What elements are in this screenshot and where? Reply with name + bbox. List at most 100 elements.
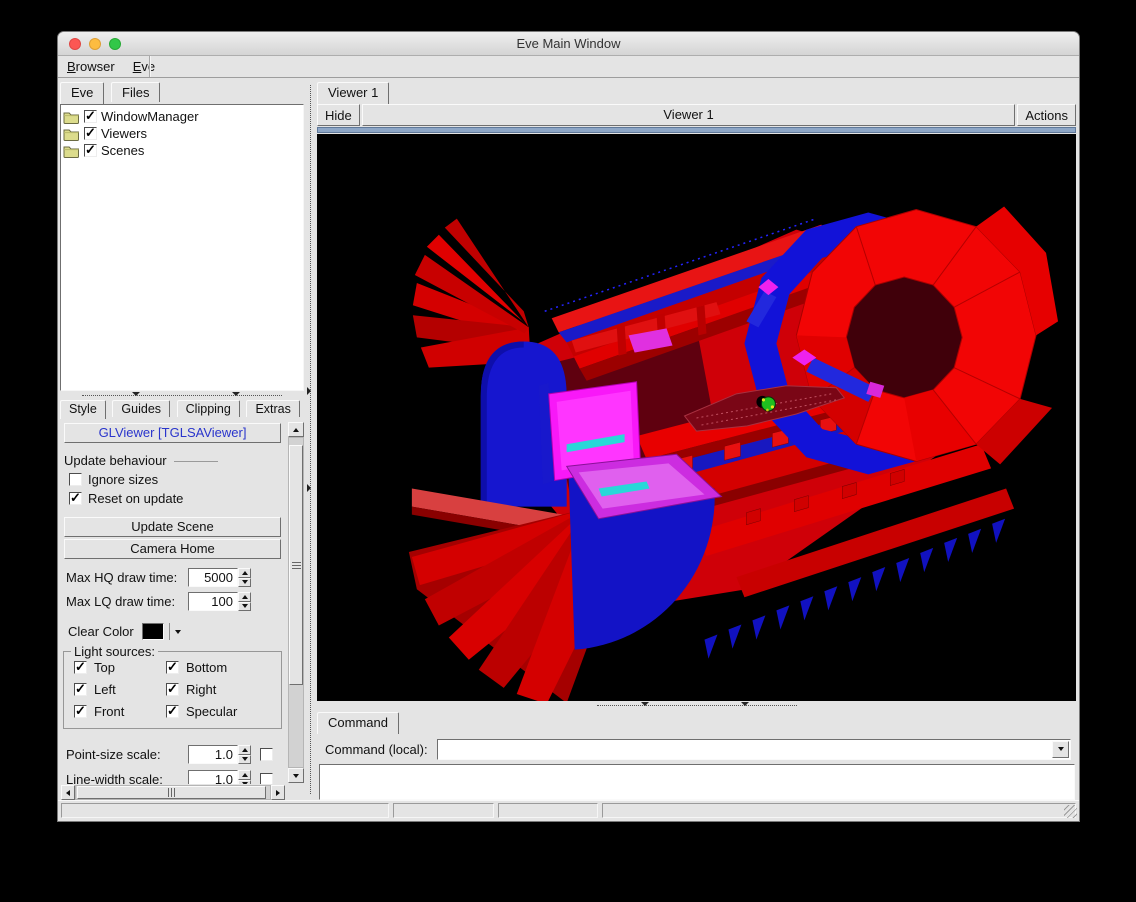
command-combobox[interactable]: [437, 739, 1071, 760]
spin-down-button[interactable]: [238, 755, 251, 765]
menu-browser[interactable]: Browser: [58, 57, 124, 77]
style-vertical-scrollbar[interactable]: [288, 422, 304, 783]
splitter-viewer-command[interactable]: [315, 701, 1079, 710]
tab-clipping[interactable]: Clipping: [177, 400, 240, 417]
update-scene-button[interactable]: Update Scene: [64, 517, 281, 537]
tree-item[interactable]: Scenes: [63, 142, 301, 159]
left-panel: Eve Files WindowManager: [58, 79, 306, 800]
spin-up-button[interactable]: [238, 770, 251, 780]
light-source-checkbox[interactable]: [166, 683, 179, 696]
command-output[interactable]: [319, 764, 1075, 800]
light-source-checkbox[interactable]: [166, 705, 179, 718]
light-source-label: Right: [186, 682, 216, 697]
splitter-left-right[interactable]: [306, 79, 315, 800]
triangle-up-icon: [242, 595, 248, 599]
tree-item-checkbox[interactable]: [84, 110, 97, 123]
detector-model: [317, 134, 1076, 701]
ignore-sizes-checkbox[interactable]: [69, 473, 82, 486]
light-sources-group: Light sources: Top Bottom Left: [63, 651, 282, 729]
chevron-down-icon: [741, 702, 749, 706]
window-title: Eve Main Window: [516, 36, 620, 51]
scrollbar-track[interactable]: [75, 785, 271, 800]
point-size-value[interactable]: 1.0: [188, 745, 238, 764]
point-size-checkbox[interactable]: [260, 748, 273, 761]
max-hq-value[interactable]: 5000: [188, 568, 238, 587]
tree-item[interactable]: WindowManager: [63, 108, 301, 125]
light-source-label: Top: [94, 660, 115, 675]
statusbar-section: [61, 803, 389, 818]
scrollbar-thumb[interactable]: [77, 786, 266, 799]
statusbar: [58, 800, 1079, 821]
menubar-separator: [149, 56, 150, 77]
light-source-option: Specular: [166, 704, 277, 719]
triangle-up-icon: [293, 428, 299, 432]
combobox-dropdown-button[interactable]: [1052, 741, 1069, 758]
tab-files[interactable]: Files: [111, 82, 160, 102]
titlebar[interactable]: Eve Main Window: [58, 32, 1079, 56]
max-lq-label: Max LQ draw time:: [66, 594, 188, 609]
tab-guides[interactable]: Guides: [112, 400, 170, 417]
scroll-right-button[interactable]: [271, 785, 285, 800]
update-behaviour-label: Update behaviour: [64, 453, 167, 468]
light-source-checkbox[interactable]: [74, 661, 87, 674]
scrollbar-track[interactable]: [288, 437, 304, 768]
close-button[interactable]: [69, 38, 81, 50]
tree-item[interactable]: Viewers: [63, 125, 301, 142]
max-lq-value[interactable]: 100: [188, 592, 238, 611]
clear-color-dropdown[interactable]: [169, 623, 181, 640]
tab-eve[interactable]: Eve: [60, 82, 104, 104]
glviewer-button[interactable]: GLViewer [TGLSAViewer]: [64, 423, 281, 443]
scrollbar-thumb[interactable]: [289, 445, 303, 685]
viewer-panel: Viewer 1 Hide Viewer 1 Actions: [315, 79, 1079, 800]
tab-command[interactable]: Command: [317, 712, 399, 734]
triangle-down-icon: [175, 630, 181, 634]
grip-icon: [292, 565, 301, 566]
spin-down-button[interactable]: [238, 602, 251, 612]
grip-icon: [171, 788, 172, 797]
gl-viewport[interactable]: [317, 134, 1076, 701]
minimize-button[interactable]: [89, 38, 101, 50]
point-size-spinner: 1.0: [188, 745, 251, 764]
light-source-label: Front: [94, 704, 124, 719]
line-width-value[interactable]: 1.0: [188, 770, 238, 784]
scroll-up-button[interactable]: [288, 422, 304, 437]
tab-viewer-1[interactable]: Viewer 1: [317, 82, 389, 104]
tree-item-checkbox[interactable]: [84, 144, 97, 157]
zoom-button[interactable]: [109, 38, 121, 50]
tree-item-label: Viewers: [101, 126, 147, 141]
triangle-down-icon: [293, 774, 299, 778]
camera-home-button[interactable]: Camera Home: [64, 539, 281, 559]
light-source-checkbox[interactable]: [74, 705, 87, 718]
splitter-tree-style[interactable]: [58, 391, 306, 400]
spin-down-button[interactable]: [238, 578, 251, 588]
triangle-down-icon: [242, 782, 248, 784]
hide-button[interactable]: Hide: [317, 104, 360, 126]
style-horizontal-scrollbar[interactable]: [61, 785, 285, 800]
reset-on-update-checkbox[interactable]: [69, 492, 82, 505]
scroll-left-button[interactable]: [61, 785, 75, 800]
resize-grip[interactable]: [1064, 805, 1077, 818]
line-width-checkbox[interactable]: [260, 773, 273, 784]
spin-up-button[interactable]: [238, 592, 251, 602]
folder-icon: [63, 144, 80, 158]
clear-color-swatch[interactable]: [142, 623, 164, 640]
tree-item-checkbox[interactable]: [84, 127, 97, 140]
chevron-down-icon: [132, 392, 140, 396]
tab-style[interactable]: Style: [60, 400, 106, 419]
light-source-checkbox[interactable]: [166, 661, 179, 674]
point-size-label: Point-size scale:: [66, 747, 188, 762]
line-width-spinner: 1.0: [188, 770, 251, 784]
spin-down-button[interactable]: [238, 780, 251, 785]
viewer-title-bar[interactable]: Viewer 1: [362, 104, 1016, 126]
tab-extras[interactable]: Extras: [246, 400, 299, 417]
spin-up-button[interactable]: [238, 568, 251, 578]
light-source-checkbox[interactable]: [74, 683, 87, 696]
menu-eve[interactable]: Eve: [124, 57, 164, 77]
spin-up-button[interactable]: [238, 745, 251, 755]
scroll-down-button[interactable]: [288, 768, 304, 783]
actions-button[interactable]: Actions: [1017, 104, 1076, 126]
chevron-right-icon: [307, 387, 311, 395]
traffic-lights: [69, 38, 121, 50]
triangle-down-icon: [242, 580, 248, 584]
reset-on-update-label: Reset on update: [88, 491, 183, 506]
